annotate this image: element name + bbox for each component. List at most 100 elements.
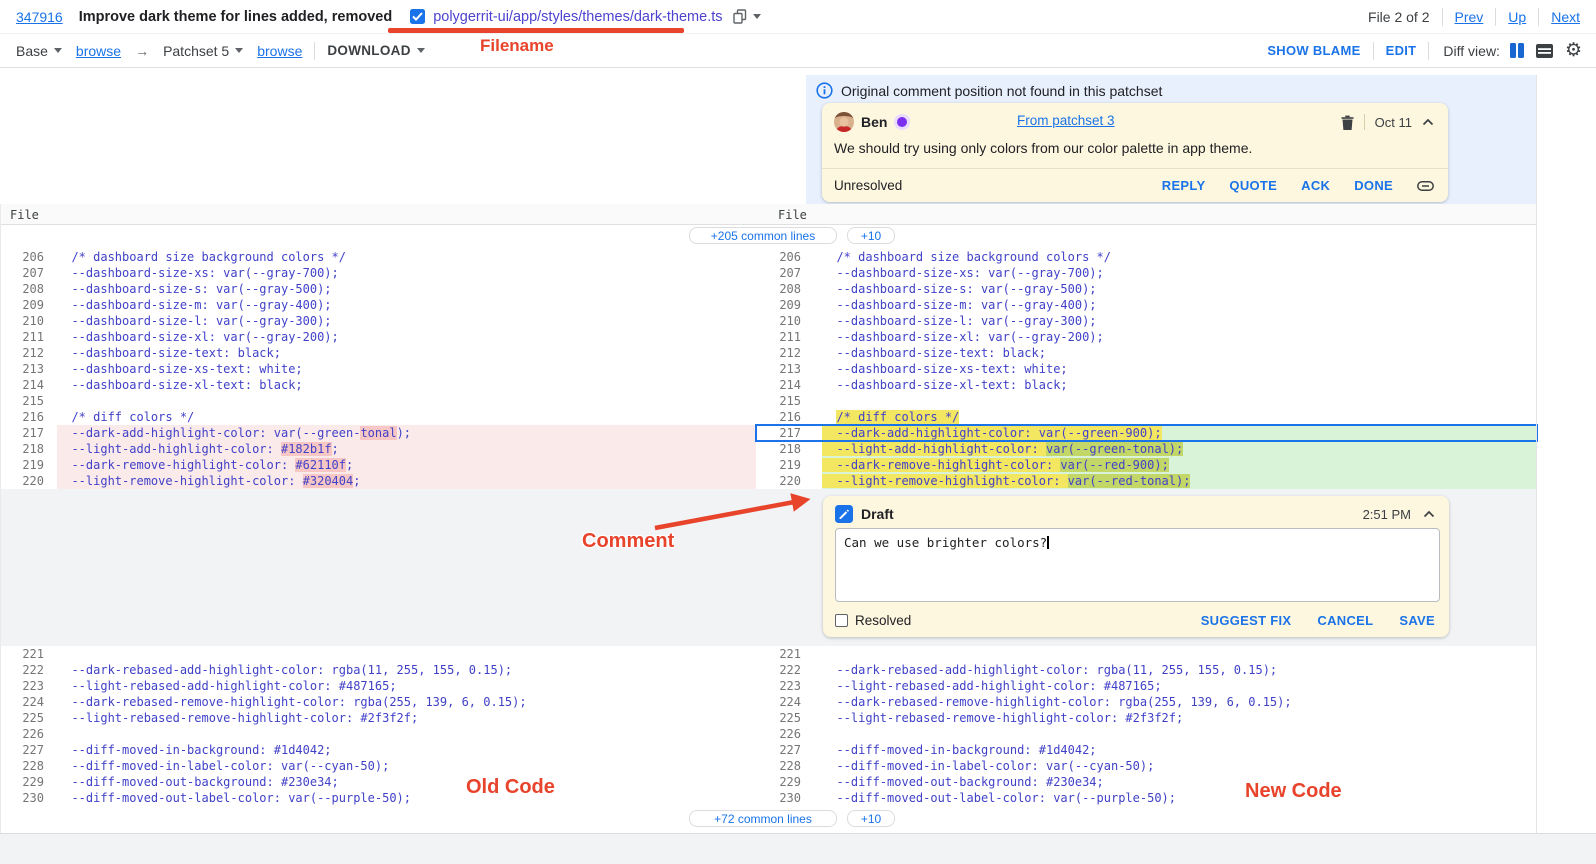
diff-line[interactable]: 221 bbox=[0, 646, 756, 662]
collapse-comment-chevron-icon[interactable] bbox=[1422, 118, 1434, 126]
file-dropdown-caret[interactable] bbox=[753, 14, 761, 19]
line-number[interactable]: 219 bbox=[0, 457, 57, 473]
line-number[interactable]: 220 bbox=[756, 473, 822, 489]
next-file-link[interactable]: Next bbox=[1551, 9, 1580, 25]
ack-button[interactable]: ACK bbox=[1301, 178, 1330, 193]
line-number[interactable]: 208 bbox=[756, 281, 822, 297]
quote-button[interactable]: QUOTE bbox=[1229, 178, 1277, 193]
diff-line[interactable]: 221 bbox=[756, 646, 1537, 662]
cancel-button[interactable]: CANCEL bbox=[1317, 613, 1373, 628]
line-number[interactable]: 212 bbox=[0, 345, 57, 361]
diff-line[interactable]: 222 --dark-rebased-add-highlight-color: … bbox=[756, 662, 1537, 678]
line-number[interactable]: 212 bbox=[756, 345, 822, 361]
line-number[interactable]: 224 bbox=[756, 694, 822, 710]
diff-line[interactable]: 209 --dashboard-size-m: var(--gray-400); bbox=[756, 297, 1537, 313]
line-number[interactable]: 218 bbox=[0, 441, 57, 457]
line-number[interactable]: 221 bbox=[0, 646, 57, 662]
delete-comment-icon[interactable] bbox=[1341, 115, 1354, 130]
line-number[interactable]: 226 bbox=[756, 726, 822, 742]
unified-view-icon[interactable] bbox=[1536, 44, 1553, 58]
expand-common-lines-bottom-button[interactable]: +72 common lines bbox=[689, 810, 837, 827]
from-patchset-link[interactable]: From patchset 3 bbox=[1017, 113, 1115, 128]
diff-line[interactable]: 228 --diff-moved-in-label-color: var(--c… bbox=[0, 758, 756, 774]
diff-line[interactable]: 207 --dashboard-size-xs: var(--gray-700)… bbox=[0, 265, 756, 281]
reviewed-checkbox[interactable] bbox=[410, 9, 425, 24]
line-number[interactable]: 219 bbox=[756, 457, 822, 473]
show-blame-button[interactable]: SHOW BLAME bbox=[1267, 43, 1360, 58]
diff-line[interactable]: 215 bbox=[0, 393, 756, 409]
diff-line[interactable]: 206 /* dashboard size background colors … bbox=[756, 249, 1537, 265]
line-number[interactable]: 214 bbox=[0, 377, 57, 393]
line-number[interactable]: 230 bbox=[0, 790, 57, 806]
diff-line[interactable]: 208 --dashboard-size-s: var(--gray-500); bbox=[0, 281, 756, 297]
line-number[interactable]: 221 bbox=[756, 646, 822, 662]
diff-line[interactable]: 226 bbox=[756, 726, 1537, 742]
diff-line[interactable]: 217 --dark-add-highlight-color: var(--gr… bbox=[0, 425, 756, 441]
line-number[interactable]: 211 bbox=[0, 329, 57, 345]
diff-line[interactable]: 209 --dashboard-size-m: var(--gray-400); bbox=[0, 297, 756, 313]
diff-line[interactable]: 212 --dashboard-size-text: black; bbox=[0, 345, 756, 361]
line-number[interactable]: 214 bbox=[756, 377, 822, 393]
line-number[interactable]: 216 bbox=[756, 409, 822, 425]
line-number[interactable]: 227 bbox=[0, 742, 57, 758]
line-number[interactable]: 206 bbox=[0, 249, 57, 265]
diff-line[interactable]: 219 --dark-remove-highlight-color: #6211… bbox=[0, 457, 756, 473]
line-number[interactable]: 209 bbox=[756, 297, 822, 313]
copy-link-icon[interactable] bbox=[1417, 181, 1434, 191]
diff-line[interactable]: 219 --dark-remove-highlight-color: var(-… bbox=[756, 457, 1537, 473]
line-number[interactable]: 227 bbox=[756, 742, 822, 758]
line-number[interactable]: 229 bbox=[756, 774, 822, 790]
line-number[interactable]: 208 bbox=[0, 281, 57, 297]
side-by-side-view-icon[interactable] bbox=[1510, 43, 1524, 58]
diff-line[interactable]: 217 --dark-add-highlight-color: var(--gr… bbox=[756, 425, 1537, 441]
reply-button[interactable]: REPLY bbox=[1162, 178, 1206, 193]
line-number[interactable]: 225 bbox=[0, 710, 57, 726]
expand-10-bottom-button[interactable]: +10 bbox=[847, 810, 895, 827]
line-number[interactable]: 210 bbox=[0, 313, 57, 329]
draft-textarea[interactable]: Can we use brighter colors? bbox=[835, 528, 1440, 602]
diff-line[interactable]: 229 --diff-moved-out-background: #230e34… bbox=[756, 774, 1537, 790]
line-number[interactable]: 230 bbox=[756, 790, 822, 806]
diff-line[interactable]: 220 --light-remove-highlight-color: #320… bbox=[0, 473, 756, 489]
line-number[interactable]: 229 bbox=[0, 774, 57, 790]
line-number[interactable]: 225 bbox=[756, 710, 822, 726]
line-number[interactable]: 210 bbox=[756, 313, 822, 329]
diff-preferences-gear-icon[interactable]: ⚙ bbox=[1565, 41, 1582, 60]
suggest-fix-button[interactable]: SUGGEST FIX bbox=[1201, 613, 1292, 628]
line-number[interactable]: 206 bbox=[756, 249, 822, 265]
line-number[interactable]: 211 bbox=[756, 329, 822, 345]
line-number[interactable]: 228 bbox=[0, 758, 57, 774]
diff-line[interactable]: 229 --diff-moved-out-background: #230e34… bbox=[0, 774, 756, 790]
diff-line[interactable]: 230 --diff-moved-out-label-color: var(--… bbox=[756, 790, 1537, 806]
line-number[interactable]: 228 bbox=[756, 758, 822, 774]
diff-line[interactable]: 227 --diff-moved-in-background: #1d4042; bbox=[756, 742, 1537, 758]
copy-icon[interactable] bbox=[733, 9, 747, 24]
line-number[interactable]: 217 bbox=[756, 425, 822, 441]
diff-line[interactable]: 214 --dashboard-size-xl-text: black; bbox=[0, 377, 756, 393]
browse-patchset-link[interactable]: browse bbox=[257, 43, 302, 59]
file-path-link[interactable]: polygerrit-ui/app/styles/themes/dark-the… bbox=[433, 9, 722, 25]
diff-line[interactable]: 210 --dashboard-size-l: var(--gray-300); bbox=[0, 313, 756, 329]
diff-line[interactable]: 224 --dark-rebased-remove-highlight-colo… bbox=[756, 694, 1537, 710]
line-number[interactable]: 222 bbox=[756, 662, 822, 678]
diff-line[interactable]: 225 --light-rebased-remove-highlight-col… bbox=[756, 710, 1537, 726]
diff-line[interactable]: 230 --diff-moved-out-label-color: var(--… bbox=[0, 790, 756, 806]
expand-10-top-button[interactable]: +10 bbox=[847, 227, 895, 244]
up-link[interactable]: Up bbox=[1508, 9, 1526, 25]
line-number[interactable]: 222 bbox=[0, 662, 57, 678]
diff-line[interactable]: 206 /* dashboard size background colors … bbox=[0, 249, 756, 265]
save-button[interactable]: SAVE bbox=[1399, 613, 1435, 628]
diff-line[interactable]: 223 --light-rebased-add-highlight-color:… bbox=[756, 678, 1537, 694]
browse-base-link[interactable]: browse bbox=[76, 43, 121, 59]
diff-line[interactable]: 211 --dashboard-size-xl: var(--gray-200)… bbox=[756, 329, 1537, 345]
patchset-dropdown[interactable]: Patchset 5 bbox=[163, 43, 243, 59]
line-number[interactable]: 224 bbox=[0, 694, 57, 710]
diff-line[interactable]: 213 --dashboard-size-xs-text: white; bbox=[0, 361, 756, 377]
diff-line[interactable]: 228 --diff-moved-in-label-color: var(--c… bbox=[756, 758, 1537, 774]
line-number[interactable]: 207 bbox=[756, 265, 822, 281]
diff-line[interactable]: 207 --dashboard-size-xs: var(--gray-700)… bbox=[756, 265, 1537, 281]
edit-button[interactable]: EDIT bbox=[1386, 43, 1417, 58]
collapse-draft-chevron-icon[interactable] bbox=[1423, 510, 1435, 518]
line-number[interactable]: 215 bbox=[756, 393, 822, 409]
diff-line[interactable]: 214 --dashboard-size-xl-text: black; bbox=[756, 377, 1537, 393]
